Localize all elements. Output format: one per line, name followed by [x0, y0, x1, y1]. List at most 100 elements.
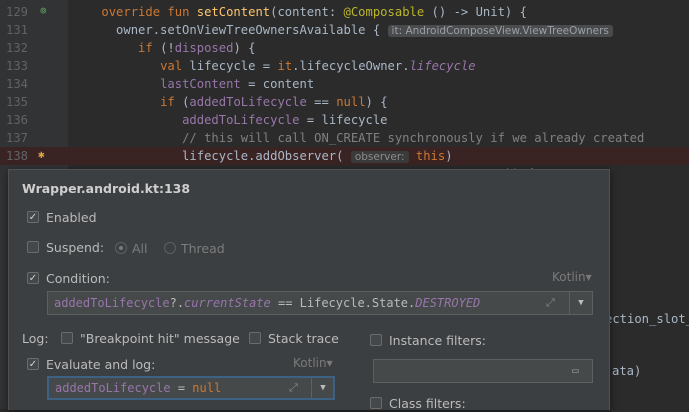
check-icon: ✓ [27, 211, 39, 223]
code-token: this [415, 149, 446, 163]
code-token: .lifecycleOwner. [292, 59, 410, 73]
log-label: Log: [22, 330, 49, 346]
code-token: lastContent [160, 77, 241, 91]
code-token: lifecycle.addObserver( [72, 149, 351, 163]
code-token: currentState [184, 296, 271, 310]
line-number: 132 [6, 41, 29, 55]
code-token: if [160, 95, 183, 109]
chevron-down-icon: ▾ [326, 356, 333, 370]
evaluate-log-checkbox[interactable]: ✓ Evaluate and log: [27, 355, 155, 373]
suspend-thread-radio[interactable]: Thread [164, 239, 225, 257]
code-token: DESTROYED [415, 296, 481, 310]
suspend-checkbox[interactable]: Suspend: [27, 238, 104, 256]
code-token: if [138, 41, 161, 55]
code-token: @Composable [343, 5, 425, 19]
radio-icon [164, 242, 176, 254]
code-token: = content [240, 77, 315, 91]
radio-icon [115, 242, 127, 254]
line-text: lifecycle.addObserver( observer: this) [72, 147, 453, 166]
line-number: 131 [6, 23, 29, 37]
enabled-checkbox[interactable]: ✓ Enabled [27, 208, 97, 226]
code-line[interactable]: 133 val lifecycle = it.lifecycleOwner.li… [0, 57, 689, 75]
breakpoint-popup: Wrapper.android.kt:138 ✓ Enabled Suspend… [8, 169, 610, 412]
code-line[interactable]: 138 lifecycle.addObserver( observer: thi… [0, 147, 689, 165]
code-token: = lifecycle [299, 113, 388, 127]
code-token: ?. [169, 296, 185, 310]
line-number: 136 [6, 113, 29, 127]
line-text: val lifecycle = it.lifecycleOwner.lifecy… [72, 57, 476, 75]
history-dropdown-icon[interactable]: ▼ [313, 378, 333, 398]
line-text: override fun setContent(content: @Compos… [72, 3, 527, 21]
code-token: disposed [174, 41, 234, 55]
line-text: lastContent = content [72, 75, 314, 93]
folder-icon[interactable]: ▭ [572, 360, 579, 382]
line-text: addedToLifecycle = lifecycle [72, 111, 388, 129]
code-token: null [336, 95, 366, 109]
code-token: lifecycle = [189, 59, 278, 73]
code-token: addedToLifecycle [54, 296, 170, 310]
condition-expression: addedToLifecycle?.currentState == Lifecy… [54, 292, 480, 314]
condition-checkbox[interactable]: ✓ Condition: [27, 269, 110, 287]
code-line[interactable]: 132 if (!disposed) { [0, 39, 689, 57]
evaluate-log-input[interactable]: addedToLifecycle = null ⤢ ▼ [47, 376, 335, 400]
code-token: (! [160, 41, 175, 55]
code-token: setContent [196, 5, 271, 19]
breakpoint-icon[interactable]: ✱ [38, 148, 45, 161]
code-token: (content: [270, 5, 344, 19]
suspend-all-radio[interactable]: All [115, 239, 148, 257]
code-token: // this will call ON_CREATE synchronousl… [182, 131, 645, 145]
chevron-down-icon: ▾ [585, 270, 592, 284]
eval-language-selector[interactable]: Kotlin▾ [293, 356, 333, 370]
instance-filters-checkbox[interactable]: Instance filters: [370, 331, 486, 349]
code-token: () -> Unit) { [424, 5, 527, 19]
code-token: == Lifecycle.State. [270, 296, 416, 310]
code-line[interactable]: 129 override fun setContent(content: @Co… [0, 3, 689, 21]
line-text: if (!disposed) { [72, 39, 255, 57]
condition-input[interactable]: addedToLifecycle?.currentState == Lifecy… [47, 291, 593, 315]
code-line[interactable]: 131 owner.setOnViewTreeOwnersAvailable {… [0, 21, 689, 39]
expand-icon[interactable]: ⤢ [546, 292, 555, 314]
line-number: 133 [6, 59, 29, 73]
line-text: if (addedToLifecycle == null) { [72, 93, 388, 111]
condition-language-selector[interactable]: Kotlin▾ [552, 270, 592, 284]
code-token: observer: [350, 151, 409, 163]
code-line[interactable]: 134 lastContent = content [0, 75, 689, 93]
code-token: addedToLifecycle [182, 113, 300, 127]
code-token: ) { [365, 95, 388, 109]
code-token: override fun [101, 5, 197, 19]
check-icon: ✓ [27, 358, 39, 370]
evaluate-expression: addedToLifecycle = null [55, 378, 221, 398]
code-token: ) { [233, 41, 256, 55]
code-token: it: AndroidComposeView.ViewTreeOwners [387, 25, 613, 37]
code-token: == [306, 95, 337, 109]
code-token: val [160, 59, 190, 73]
breakpoint-hit-checkbox[interactable]: "Breakpoint hit" message [61, 329, 240, 347]
line-text: owner.setOnViewTreeOwnersAvailable { it:… [72, 21, 613, 40]
code-line[interactable]: 135 if (addedToLifecycle == null) { [0, 93, 689, 111]
code-token: it [277, 59, 293, 73]
expand-icon[interactable]: ⤢ [289, 378, 298, 398]
line-number: 129 [6, 5, 29, 19]
history-dropdown-icon[interactable]: ▼ [571, 292, 591, 314]
code-line[interactable]: 137 // this will call ON_CREATE synchron… [0, 129, 689, 147]
line-number: 135 [6, 95, 29, 109]
code-token: addedToLifecycle [189, 95, 307, 109]
override-gutter-icon[interactable]: ⊚ [40, 4, 47, 17]
class-filters-checkbox[interactable]: Class filters: [370, 394, 466, 412]
stack-trace-checkbox[interactable]: Stack trace [249, 329, 339, 347]
line-number: 137 [6, 131, 29, 145]
instance-filters-input[interactable]: ▭ [373, 359, 593, 383]
code-line[interactable]: 136 addedToLifecycle = lifecycle [0, 111, 689, 129]
breakpoint-title: Wrapper.android.kt:138 [22, 181, 191, 196]
code-token: null [192, 381, 222, 395]
code-token: = [170, 381, 193, 395]
check-icon: ✓ [27, 272, 39, 284]
